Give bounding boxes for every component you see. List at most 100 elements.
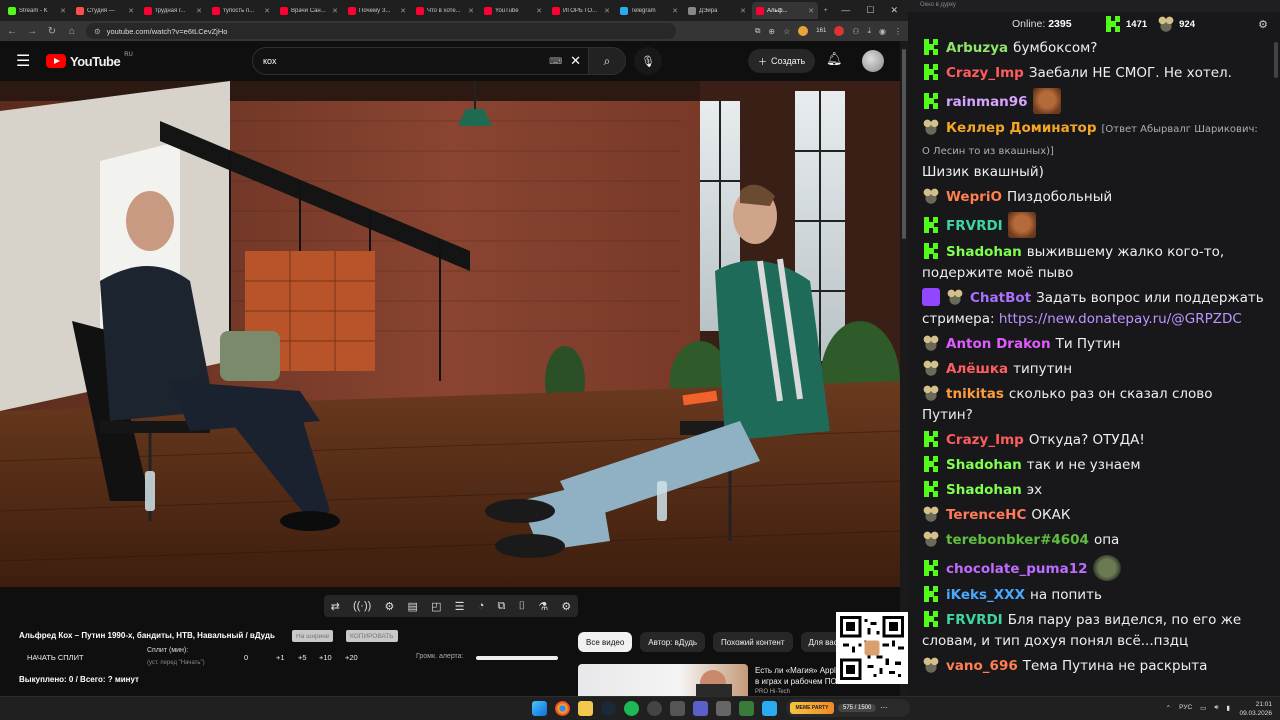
reload-icon[interactable]: ↻ xyxy=(46,26,58,37)
browser-tab[interactable]: Почему З... ✕ xyxy=(344,2,410,19)
maximize-icon[interactable]: ☐ xyxy=(866,5,874,16)
meme-party-menu-icon[interactable]: ⋯ xyxy=(880,704,887,712)
chat-username[interactable]: ChatBot xyxy=(970,290,1031,306)
page-scrollbar[interactable] xyxy=(900,41,908,696)
zoom-icon[interactable]: ⊕ xyxy=(768,27,775,36)
filter-chip[interactable]: Все видео xyxy=(578,632,633,652)
subtitles-icon[interactable]: ☰ xyxy=(455,600,465,613)
notifications-bell-icon[interactable]: 🔔︎ xyxy=(826,51,843,67)
split-value-button[interactable]: +10 xyxy=(319,653,332,662)
cinema-icon[interactable]: ▤ xyxy=(408,600,418,613)
broadcast-icon[interactable]: ((·)) xyxy=(353,600,371,612)
close-tab-icon[interactable]: ✕ xyxy=(740,7,746,15)
loop-icon[interactable]: ⇄ xyxy=(331,600,340,613)
chat-scrollbar[interactable] xyxy=(1272,36,1280,696)
browser-tab[interactable]: Что в хоте... ✕ xyxy=(412,2,478,19)
forward-icon[interactable]: → xyxy=(26,26,38,37)
obs-icon[interactable] xyxy=(647,701,662,716)
screenshot-icon[interactable]: ⌷ xyxy=(519,600,526,613)
close-tab-icon[interactable]: ✕ xyxy=(400,7,406,15)
chat-username[interactable]: Shadohan xyxy=(946,482,1022,498)
filter-chip[interactable]: Автор: вДудь xyxy=(640,632,706,652)
chat-username[interactable]: Anton Drakon xyxy=(946,336,1051,352)
chat-username[interactable]: Crazy_Imp xyxy=(946,65,1024,81)
chat-username[interactable]: Shadohan xyxy=(946,457,1022,473)
close-tab-icon[interactable]: ✕ xyxy=(196,7,202,15)
close-tab-icon[interactable]: ✕ xyxy=(604,7,610,15)
split-value-button[interactable]: +20 xyxy=(345,653,358,662)
browser-tab[interactable]: YouTube ✕ xyxy=(480,2,546,19)
minimize-icon[interactable]: — xyxy=(841,5,850,16)
chat-username[interactable]: terebonbker#4604 xyxy=(946,532,1089,548)
chat-username[interactable]: rainman96 xyxy=(946,94,1028,110)
close-tab-icon[interactable]: ✕ xyxy=(332,7,338,15)
chat-username[interactable]: Shadohan xyxy=(946,244,1022,260)
filter-chip[interactable]: Похожий контент xyxy=(713,632,793,652)
extensions-puzzle-icon[interactable]: ⚇ xyxy=(852,27,859,36)
site-info-icon[interactable]: ⚙ xyxy=(94,27,101,36)
close-tab-icon[interactable]: ✕ xyxy=(128,7,134,15)
url-field[interactable]: ⚙ youtube.com/watch?v=e6tLCevZjHo xyxy=(86,23,676,39)
telegram-icon[interactable] xyxy=(762,701,777,716)
chat-link[interactable]: https://new.donatepay.ru/@GRPZDC xyxy=(999,311,1242,327)
picture-in-picture-icon[interactable]: ⧉ xyxy=(498,600,506,613)
chat-username[interactable]: TerenceHC xyxy=(946,507,1026,523)
speed-settings-icon[interactable]: ⚙ xyxy=(384,600,394,613)
chat-settings-icon[interactable]: ⚙ xyxy=(1258,18,1268,31)
chat-username[interactable]: chocolate_puma12 xyxy=(946,561,1088,577)
voice-search-button[interactable]: 🎙︎ xyxy=(634,47,662,75)
search-button[interactable]: ⌕ xyxy=(588,47,626,75)
browser-tab[interactable]: Stream - K ✕ xyxy=(4,2,70,19)
chat-username[interactable]: Алёшка xyxy=(946,361,1008,377)
gear-icon[interactable]: ⚙ xyxy=(561,600,571,613)
split-value-button[interactable]: +1 xyxy=(276,653,285,662)
close-tab-icon[interactable]: ✕ xyxy=(60,7,66,15)
chat-username[interactable]: WepriO xyxy=(946,189,1002,205)
app-icon[interactable] xyxy=(739,701,754,716)
hamburger-menu-icon[interactable]: ☰ xyxy=(16,51,38,71)
new-tab-icon[interactable]: + xyxy=(820,2,834,19)
meme-party-widget[interactable]: MEME PARTY 575 / 1500 ⋯ xyxy=(786,699,910,717)
browser-tab[interactable]: ИГОРЬ ГО... ✕ xyxy=(548,2,614,19)
close-tab-icon[interactable]: ✕ xyxy=(468,7,474,15)
chrome-icon[interactable] xyxy=(555,701,570,716)
network-icon[interactable]: ▭ xyxy=(1200,704,1206,712)
split-value-button[interactable]: 0 xyxy=(244,653,248,662)
clock[interactable]: 21:01 09.03.2026 xyxy=(1239,700,1272,718)
close-tab-icon[interactable]: ✕ xyxy=(536,7,542,15)
chat-username[interactable]: tnikitas xyxy=(946,386,1004,402)
recommendation-thumbnail[interactable] xyxy=(578,664,748,696)
volume-icon[interactable]: 🔊︎ xyxy=(1214,704,1218,712)
bookmark-star-icon[interactable]: ☆ xyxy=(783,27,790,36)
extension-icon[interactable] xyxy=(798,26,809,36)
media-player-icon[interactable] xyxy=(693,701,708,716)
app-icon[interactable] xyxy=(716,701,731,716)
browser-tab[interactable]: ДЭира ✕ xyxy=(684,2,750,19)
avatar[interactable] xyxy=(862,50,884,72)
close-tab-icon[interactable]: ✕ xyxy=(264,7,270,15)
home-icon[interactable]: ⌂ xyxy=(66,26,78,37)
search-input[interactable]: кох ⌨ ✕ xyxy=(252,47,592,75)
start-windows-icon[interactable] xyxy=(532,701,547,716)
battery-icon[interactable]: ▮ xyxy=(1226,704,1230,712)
browser-tab[interactable]: Telegram ✕ xyxy=(616,2,682,19)
download-icon[interactable]: ⤓ xyxy=(867,26,871,36)
profile-icon[interactable]: ◉ xyxy=(879,27,886,36)
chat-username[interactable]: FRVRDI xyxy=(946,218,1003,234)
chat-username[interactable]: Crazy_Imp xyxy=(946,432,1024,448)
flask-icon[interactable]: ⚗ xyxy=(538,600,548,613)
browser-tab[interactable]: Студия — ✕ xyxy=(72,2,138,19)
close-tab-icon[interactable]: ✕ xyxy=(808,7,814,15)
browser-tab[interactable]: Альф... ✕ xyxy=(752,2,818,19)
speedometer-icon[interactable]: ◔ xyxy=(478,600,485,612)
recommendation-channel[interactable]: PRO Hi-Tech xyxy=(755,689,790,695)
tray-arrow-icon[interactable]: ⌃ xyxy=(1166,704,1171,712)
copy-button[interactable]: КОПИРОВАТЬ xyxy=(346,630,398,642)
video-player[interactable] xyxy=(0,81,900,587)
youtube-logo[interactable]: YouTube RU xyxy=(46,52,133,69)
create-button[interactable]: ＋ Создать xyxy=(748,49,816,73)
back-icon[interactable]: ← xyxy=(6,26,18,37)
chat-username[interactable]: Arbuzya xyxy=(946,40,1008,56)
start-split-button[interactable]: НАЧАТЬ СПЛИТ xyxy=(27,653,84,662)
page-scrollbar-thumb[interactable] xyxy=(902,49,906,239)
